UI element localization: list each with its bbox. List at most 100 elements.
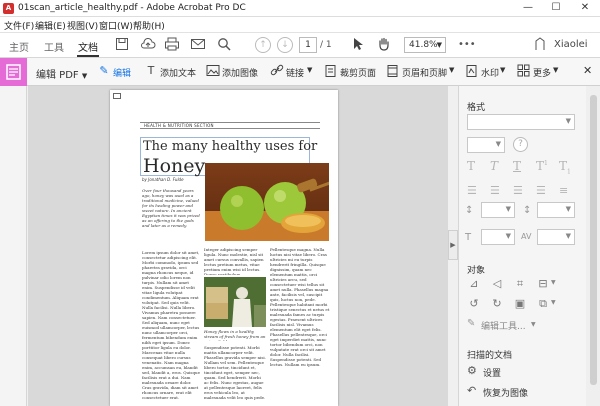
middle-column-upper-text[interactable]: Integer adipiscing semper ligula. Nunc m… (204, 247, 266, 275)
menu-file[interactable]: 文件(F) (4, 19, 34, 32)
header-footer-tool[interactable]: 页眉和页脚 (402, 66, 447, 79)
collapse-panel-button[interactable]: ▶ (448, 230, 458, 260)
close-button[interactable]: ✕ (570, 0, 600, 17)
middle-column-lower-text[interactable]: Suspendisse potenti. Morbi mattis ullamc… (204, 345, 266, 403)
upload-cloud-icon[interactable] (140, 37, 156, 53)
chevron-down-icon[interactable]: ▼ (553, 66, 558, 74)
email-icon[interactable] (190, 37, 206, 53)
active-tab-indicator (77, 55, 99, 57)
restore-to-image-button[interactable]: 恢复为图像 (483, 386, 528, 399)
link-icon[interactable] (270, 64, 284, 78)
horizontal-scale-input[interactable]: ▼ (481, 229, 515, 245)
tab-tools[interactable]: 工具 (44, 39, 64, 54)
more-tool[interactable]: 更多 (533, 66, 551, 79)
next-page-button[interactable]: ↓ (277, 37, 293, 53)
print-icon[interactable] (164, 37, 180, 53)
align-right-icon[interactable]: ☰ (513, 184, 523, 197)
chevron-down-icon[interactable]: ▼ (307, 66, 312, 74)
replace-image-icon[interactable]: ▣ (513, 297, 527, 310)
chevron-down-icon: ▼ (565, 205, 571, 213)
menu-help[interactable]: 帮助(H) (133, 19, 165, 32)
section-tag: HEALTH & NUTRITION SECTION (144, 123, 214, 128)
save-icon[interactable] (114, 37, 130, 53)
align-left-icon[interactable]: ☰ (467, 184, 477, 197)
subscript-icon[interactable]: T1 (559, 159, 571, 175)
flip-horizontal-icon[interactable]: ◁ (490, 277, 504, 290)
settings-button[interactable]: 设置 (483, 366, 501, 379)
select-cursor-icon[interactable] (350, 37, 366, 53)
maximize-button[interactable]: ☐ (542, 0, 570, 17)
chevron-down-icon[interactable]: ▼ (531, 321, 536, 328)
chevron-down-icon[interactable]: ▼ (551, 279, 556, 286)
format-heading: 格式 (467, 103, 486, 113)
superscript-icon[interactable]: T1 (536, 159, 548, 173)
line-spacing-input[interactable]: ▼ (481, 202, 515, 218)
align-objects-icon[interactable]: ⊟ (536, 277, 550, 290)
page-number-input[interactable]: 1 (299, 37, 317, 53)
crop-icon[interactable] (323, 64, 337, 78)
search-icon[interactable] (216, 37, 232, 53)
zoom-input[interactable]: 41.8% ▼ (404, 37, 446, 53)
edit-icon[interactable]: ✎ (97, 64, 111, 78)
paragraph-spacing-icon: ↕ (523, 205, 532, 216)
beekeeper-image[interactable] (204, 277, 266, 327)
chevron-down-icon: ▼ (565, 232, 571, 240)
headline-line-1: The many healthy uses for (143, 139, 318, 154)
align-center-icon[interactable]: ☰ (490, 184, 500, 197)
add-text-icon[interactable]: T (144, 64, 158, 78)
user-icon[interactable] (532, 37, 548, 53)
close-toolbar-icon[interactable]: ✕ (583, 64, 592, 77)
minimize-button[interactable]: — (514, 0, 542, 17)
edit-pdf-mode-label[interactable]: 编辑 PDF ▼ (36, 66, 87, 81)
tab-home[interactable]: 主页 (9, 39, 29, 54)
gear-icon: ⚙ (467, 364, 477, 377)
user-name[interactable]: Xiaolei (554, 39, 588, 50)
font-size-select[interactable]: ▼ (467, 137, 505, 153)
chevron-down-icon: ▼ (505, 205, 511, 213)
left-column-text[interactable]: Lorem ipsum dolor sit amet, consectetur … (142, 250, 200, 400)
crop-page-tool[interactable]: 裁剪页面 (340, 66, 376, 79)
tab-document[interactable]: 文档 (78, 39, 98, 54)
rotate-left-icon[interactable]: ↺ (467, 297, 481, 310)
chevron-down-icon[interactable]: ▼ (500, 66, 505, 74)
chevron-down-icon[interactable]: ▼ (449, 66, 454, 74)
rotate-right-icon[interactable]: ↻ (490, 297, 504, 310)
more-tools-button[interactable]: ••• (458, 39, 476, 50)
add-image-icon[interactable] (206, 64, 220, 78)
crop-object-icon[interactable]: ⌗ (513, 277, 527, 291)
text-color-swatch[interactable]: ? (513, 137, 528, 152)
image-caption[interactable]: Honey flows in a healthy stream of fresh… (204, 329, 266, 341)
menu-edit[interactable]: 编辑(E) (35, 19, 66, 32)
edit-using-button[interactable]: 编辑工具... (481, 319, 526, 332)
menu-window[interactable]: 窗口(W) (99, 19, 133, 32)
arrange-objects-icon[interactable]: ⧉ (536, 297, 550, 311)
more-icon[interactable] (516, 64, 530, 78)
menu-view[interactable]: 视图(V) (67, 19, 98, 32)
hand-tool-icon[interactable] (376, 37, 392, 53)
edit-pdf-mode-icon[interactable] (0, 58, 27, 86)
header-footer-icon[interactable] (385, 64, 399, 78)
justify-icon[interactable]: ☰ (536, 184, 546, 197)
edit-pdf-toolbar: 编辑 PDF ▼ ✎ 编辑 T 添加文本 添加图像 链接 ▼ 裁剪页面 页眉和页… (0, 58, 600, 86)
add-text-tool[interactable]: 添加文本 (160, 66, 196, 79)
chevron-down-icon[interactable]: ▼ (551, 299, 556, 306)
edit-tool[interactable]: 编辑 (113, 66, 131, 79)
text-italic-icon[interactable]: T (490, 159, 498, 173)
watermark-tool[interactable]: 水印 (481, 66, 499, 79)
link-tool[interactable]: 链接 (286, 66, 304, 79)
paragraph-spacing-input[interactable]: ▼ (537, 202, 575, 218)
text-regular-icon[interactable]: T (467, 159, 475, 173)
text-underline-icon[interactable]: T (513, 159, 521, 173)
pdf-page[interactable]: HEALTH & NUTRITION SECTION The many heal… (110, 90, 338, 406)
character-spacing-input[interactable]: ▼ (537, 229, 575, 245)
previous-page-button[interactable]: ↑ (255, 37, 271, 53)
right-column-text[interactable]: Pellentesque magna. Nulla luctus nisi vi… (270, 247, 330, 403)
list-icon[interactable]: ≡ (559, 184, 568, 197)
honey-apple-image[interactable] (205, 163, 329, 241)
flip-vertical-icon[interactable]: ⊿ (467, 277, 481, 290)
intro-paragraph[interactable]: Over four thousand years ago, honey was … (142, 188, 200, 246)
font-family-select[interactable]: ▼ (467, 114, 575, 130)
scrollbar-thumb[interactable] (590, 95, 597, 385)
watermark-icon[interactable] (464, 64, 478, 78)
add-image-tool[interactable]: 添加图像 (222, 66, 258, 79)
